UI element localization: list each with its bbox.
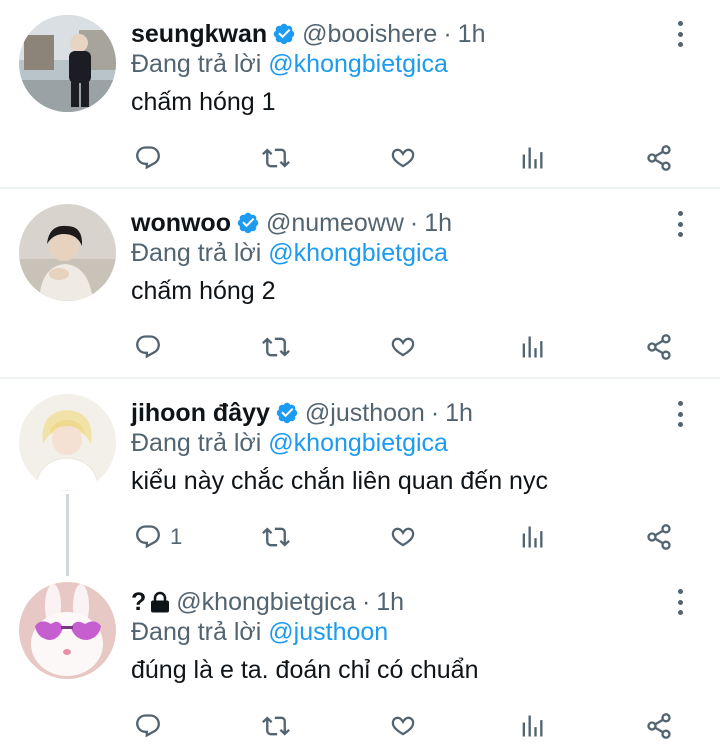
tweet-actions	[0, 138, 720, 178]
like-icon	[391, 337, 415, 357]
like-icon	[391, 148, 415, 168]
retweet-icon	[262, 148, 290, 168]
avatar[interactable]	[19, 582, 116, 679]
timestamp[interactable]: 1h	[445, 399, 473, 428]
reply-icon	[136, 714, 160, 738]
tweet-4[interactable]: ? @khongbietgica · 1h Đang trả lời @just…	[0, 570, 720, 754]
like-button[interactable]	[389, 138, 417, 178]
share-button[interactable]	[645, 327, 673, 367]
retweet-icon	[262, 337, 290, 357]
display-name[interactable]: jihoon đâyy	[131, 399, 270, 428]
analytics-button[interactable]	[518, 517, 546, 557]
handle[interactable]: @khongbietgica	[176, 588, 356, 617]
timestamp[interactable]: 1h	[376, 588, 404, 617]
like-icon	[391, 716, 415, 736]
replying-to-label: Đang trả lời	[131, 50, 269, 78]
divider	[0, 377, 720, 379]
retweet-button[interactable]	[262, 138, 290, 178]
share-icon	[647, 524, 671, 550]
like-button[interactable]	[389, 517, 417, 557]
handle[interactable]: @numeoww	[266, 209, 404, 238]
reply-button[interactable]	[134, 327, 170, 367]
analytics-icon	[522, 336, 543, 358]
like-icon	[391, 527, 415, 547]
handle[interactable]: @booishere	[302, 20, 437, 49]
avatar[interactable]	[19, 394, 116, 491]
tweet-actions	[0, 706, 720, 746]
retweet-button[interactable]	[262, 517, 290, 557]
more-icon[interactable]	[670, 19, 690, 49]
mention-link[interactable]: @justhoon	[268, 618, 388, 646]
more-icon[interactable]	[670, 399, 690, 429]
replying-to-label: Đang trả lời	[131, 618, 269, 646]
analytics-icon	[522, 526, 543, 548]
lock-icon	[151, 591, 170, 613]
tweet-header: jihoon đâyy @justhoon · 1h	[131, 395, 473, 431]
retweet-icon	[262, 527, 290, 547]
tweet-actions	[0, 327, 720, 367]
verified-badge-icon	[276, 402, 298, 424]
separator: ·	[443, 19, 452, 48]
timestamp[interactable]: 1h	[458, 20, 486, 49]
replying-to: Đang trả lời @khongbietgica	[131, 239, 448, 273]
verified-badge-icon	[273, 23, 295, 45]
replying-to-label: Đang trả lời	[131, 429, 269, 457]
retweet-button[interactable]	[262, 706, 290, 746]
share-icon	[647, 334, 671, 360]
display-name[interactable]: wonwoo	[131, 209, 231, 238]
separator: ·	[409, 208, 419, 237]
share-icon	[647, 145, 671, 171]
reply-button[interactable]	[134, 138, 170, 178]
retweet-icon	[262, 716, 290, 736]
reply-icon	[136, 525, 160, 549]
analytics-icon	[522, 715, 543, 737]
replying-to: Đang trả lời @justhoon	[131, 618, 388, 652]
reply-button[interactable]: 1	[134, 517, 182, 557]
handle[interactable]: @justhoon	[305, 399, 425, 428]
reply-icon	[136, 335, 160, 359]
tweet-actions: 1	[0, 517, 720, 557]
analytics-button[interactable]	[518, 138, 546, 178]
tweet-text: kiểu này chắc chắn liên quan đến nyc	[131, 467, 548, 495]
analytics-button[interactable]	[518, 706, 546, 746]
mention-link[interactable]: @khongbietgica	[268, 239, 448, 267]
tweet-3[interactable]: jihoon đâyy @justhoon · 1h Đang trả lời …	[0, 380, 720, 576]
analytics-icon	[522, 147, 543, 169]
mention-link[interactable]: @khongbietgica	[268, 50, 448, 78]
replying-to: Đang trả lời @khongbietgica	[131, 429, 448, 463]
share-button[interactable]	[645, 138, 673, 178]
share-button[interactable]	[645, 706, 673, 746]
share-button[interactable]	[645, 517, 673, 557]
replying-to-label: Đang trả lời	[131, 239, 269, 267]
tweet-text: chấm hóng 1	[131, 88, 276, 116]
more-icon[interactable]	[670, 209, 690, 239]
avatar[interactable]	[19, 15, 116, 112]
timestamp[interactable]: 1h	[424, 209, 452, 238]
retweet-button[interactable]	[262, 327, 290, 367]
avatar[interactable]	[19, 204, 116, 301]
tweet-text: chấm hóng 2	[131, 277, 276, 305]
reply-button[interactable]	[134, 706, 170, 746]
verified-badge-icon	[237, 212, 259, 234]
separator: ·	[361, 587, 371, 616]
more-icon[interactable]	[670, 587, 690, 617]
tweet-header: wonwoo @numeoww · 1h	[131, 205, 452, 241]
reply-icon	[136, 146, 160, 170]
divider	[0, 187, 720, 189]
display-name[interactable]: seungkwan	[131, 20, 267, 49]
share-icon	[647, 713, 671, 739]
display-name[interactable]: ?	[131, 588, 146, 617]
tweet-text: đúng là e ta. đoán chỉ có chuẩn	[131, 656, 479, 684]
like-button[interactable]	[389, 706, 417, 746]
analytics-button[interactable]	[518, 327, 546, 367]
reply-count: 1	[170, 524, 183, 549]
like-button[interactable]	[389, 327, 417, 367]
tweet-1[interactable]: seungkwan @booishere · 1h Đang trả lời @…	[0, 0, 720, 188]
tweet-header: ? @khongbietgica · 1h	[131, 584, 404, 620]
mention-link[interactable]: @khongbietgica	[268, 429, 448, 457]
tweet-header: seungkwan @booishere · 1h	[131, 16, 485, 52]
tweet-2[interactable]: wonwoo @numeoww · 1h Đang trả lời @khong…	[0, 190, 720, 378]
separator: ·	[430, 398, 440, 427]
replying-to: Đang trả lời @khongbietgica	[131, 50, 448, 84]
